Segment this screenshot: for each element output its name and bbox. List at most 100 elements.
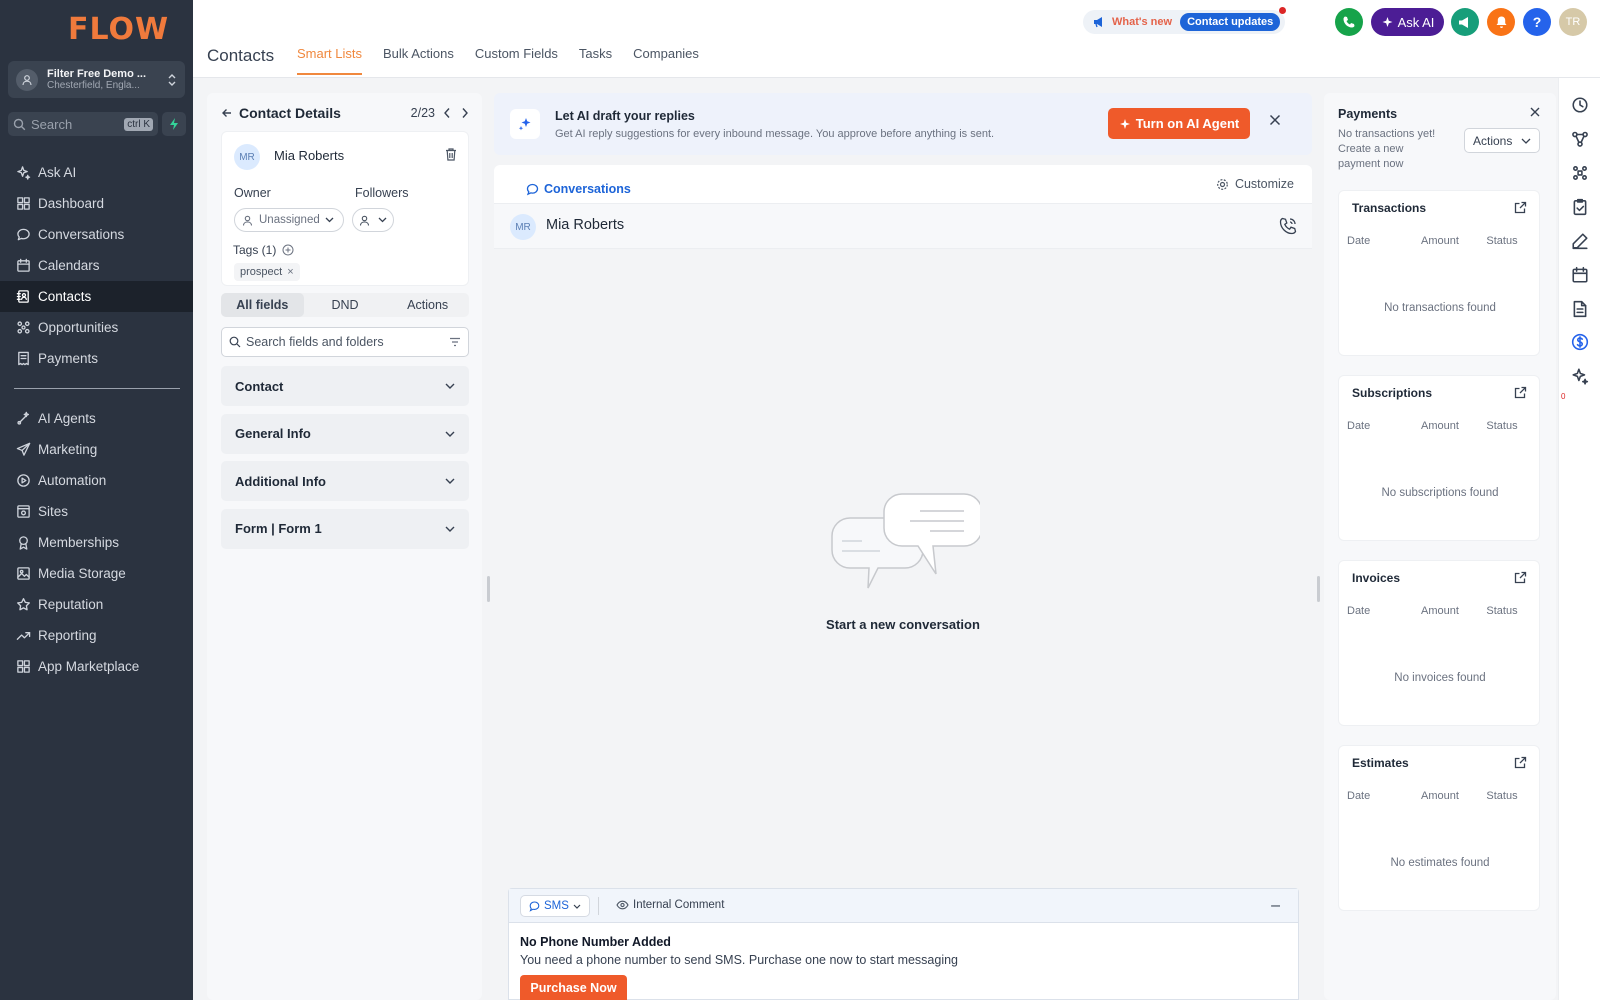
payments-icon xyxy=(15,351,31,367)
external-link-icon[interactable] xyxy=(1514,201,1527,214)
filter-icon[interactable] xyxy=(449,337,461,347)
call-icon[interactable] xyxy=(1278,216,1298,236)
record-counter: 2/23 xyxy=(410,106,435,120)
payment-actions-select[interactable]: Actions xyxy=(1464,128,1540,153)
external-link-icon[interactable] xyxy=(1514,571,1527,584)
sidebar-item-dashboard[interactable]: Dashboard xyxy=(0,188,193,219)
resize-handle[interactable] xyxy=(487,576,490,602)
prev-record-icon[interactable] xyxy=(443,107,451,119)
user-avatar[interactable]: TR xyxy=(1559,8,1587,36)
purchase-now-button[interactable]: Purchase Now xyxy=(520,975,627,1000)
bolt-icon xyxy=(170,118,178,130)
column-header: Status xyxy=(1486,790,1518,802)
tab-custom-fields[interactable]: Custom Fields xyxy=(475,46,558,75)
close-icon[interactable] xyxy=(1269,114,1281,126)
dollar-icon[interactable] xyxy=(1570,332,1590,352)
close-icon[interactable] xyxy=(1530,107,1540,117)
help-button[interactable]: ? xyxy=(1523,8,1551,36)
tab-smart-lists[interactable]: Smart Lists xyxy=(297,46,363,75)
task-icon[interactable] xyxy=(1570,197,1590,217)
history-icon[interactable] xyxy=(1570,95,1590,115)
payments-subtitle: No transactions yet! Create a new paymen… xyxy=(1338,128,1436,170)
followers-select[interactable] xyxy=(352,208,394,232)
segment-actions[interactable]: Actions xyxy=(386,293,469,317)
composer-divider xyxy=(598,897,599,915)
sidebar-item-app-marketplace[interactable]: App Marketplace xyxy=(0,651,193,682)
location-icon xyxy=(16,68,38,91)
section-general-info[interactable]: General Info xyxy=(221,413,469,454)
next-record-icon[interactable] xyxy=(461,107,469,119)
sidebar-item-opportunities[interactable]: Opportunities xyxy=(0,312,193,343)
conversation-header: MR Mia Roberts xyxy=(494,203,1312,249)
external-link-icon[interactable] xyxy=(1514,756,1527,769)
location-name: Filter Free Demo ... xyxy=(47,68,147,80)
conversation-panel: Conversations Customize MR Mia Roberts S… xyxy=(494,165,1312,1000)
search-icon xyxy=(229,336,241,348)
whats-new-banner[interactable]: What's new Contact updates xyxy=(1083,7,1286,34)
column-header: Amount xyxy=(1421,790,1459,802)
section-form-form-1[interactable]: Form | Form 1 xyxy=(221,508,469,549)
minimize-icon[interactable]: – xyxy=(1271,897,1280,915)
location-switcher[interactable]: Filter Free Demo ... Chesterfield, Engla… xyxy=(8,61,185,98)
remove-tag-icon[interactable]: × xyxy=(287,266,293,278)
customize-button[interactable]: Customize xyxy=(1216,177,1294,191)
phone-button[interactable] xyxy=(1335,8,1363,36)
external-link-icon[interactable] xyxy=(1514,386,1527,399)
sidebar-item-sites[interactable]: Sites xyxy=(0,496,193,527)
segment-all-fields[interactable]: All fields xyxy=(221,293,304,317)
ask-ai-button[interactable]: Ask AI xyxy=(1371,8,1444,36)
turn-on-ai-agent-button[interactable]: Turn on AI Agent xyxy=(1108,108,1250,139)
sidebar-item-ask-ai[interactable]: Ask AI xyxy=(0,157,193,188)
edit-icon[interactable] xyxy=(1570,231,1590,251)
document-icon[interactable] xyxy=(1570,299,1590,319)
column-header: Date xyxy=(1347,605,1371,617)
channel-select[interactable]: SMS xyxy=(520,895,590,917)
trend-icon xyxy=(15,628,31,644)
search-input[interactable] xyxy=(31,116,115,132)
section-additional-info[interactable]: Additional Info xyxy=(221,461,469,501)
quick-action-button[interactable] xyxy=(162,112,186,136)
sidebar-item-conversations[interactable]: Conversations xyxy=(0,219,193,250)
contact-updates-pill[interactable]: Contact updates xyxy=(1180,13,1281,31)
tab-tasks[interactable]: Tasks xyxy=(579,46,612,75)
owner-select[interactable]: Unassigned xyxy=(234,208,344,232)
tab-companies[interactable]: Companies xyxy=(633,46,699,75)
workflow-icon[interactable] xyxy=(1570,129,1590,149)
empty-state-text: No invoices found xyxy=(1394,672,1486,684)
back-arrow-icon[interactable] xyxy=(221,107,233,119)
segment-dnd[interactable]: DND xyxy=(304,293,387,317)
sparkle-icon[interactable] xyxy=(1570,366,1590,386)
tab-bulk-actions[interactable]: Bulk Actions xyxy=(383,46,454,75)
announcements-button[interactable] xyxy=(1451,8,1479,36)
apps-icon[interactable] xyxy=(1570,163,1590,183)
search-shortcut: ctrl K xyxy=(124,117,153,131)
sidebar-item-contacts[interactable]: Contacts xyxy=(0,281,193,312)
resize-handle[interactable] xyxy=(1317,576,1320,602)
sidebar-item-automation[interactable]: Automation xyxy=(0,465,193,496)
sidebar-item-reputation[interactable]: Reputation xyxy=(0,589,193,620)
megaphone-icon xyxy=(1093,16,1106,28)
tags-label: Tags (1) xyxy=(233,243,277,257)
add-tag-icon[interactable] xyxy=(282,244,294,256)
sidebar-item-payments[interactable]: Payments xyxy=(0,343,193,374)
sidebar-item-memberships[interactable]: Memberships xyxy=(0,527,193,558)
section-label: Form | Form 1 xyxy=(235,521,322,536)
channel-label: SMS xyxy=(544,900,569,912)
tag-chip[interactable]: prospect × xyxy=(234,263,300,281)
sidebar-item-marketing[interactable]: Marketing xyxy=(0,434,193,465)
sidebar-item-media-storage[interactable]: Media Storage xyxy=(0,558,193,589)
calendar-icon[interactable] xyxy=(1570,265,1590,285)
field-search-input[interactable] xyxy=(246,335,449,349)
section-contact[interactable]: Contact xyxy=(221,366,469,406)
sidebar-item-reporting[interactable]: Reporting xyxy=(0,620,193,651)
tab-conversations[interactable]: Conversations xyxy=(510,173,647,207)
flow-logo[interactable]: FLOW xyxy=(68,12,168,50)
chevron-down-icon xyxy=(325,217,334,223)
trash-icon[interactable] xyxy=(444,147,458,162)
notifications-button[interactable] xyxy=(1487,8,1515,36)
sidebar-item-calendars[interactable]: Calendars xyxy=(0,250,193,281)
section-label: General Info xyxy=(235,426,311,441)
sidebar-item-ai-agents[interactable]: AI Agents xyxy=(0,403,193,434)
chevron-down-icon xyxy=(445,431,455,437)
internal-comment-tab[interactable]: Internal Comment xyxy=(616,899,724,911)
